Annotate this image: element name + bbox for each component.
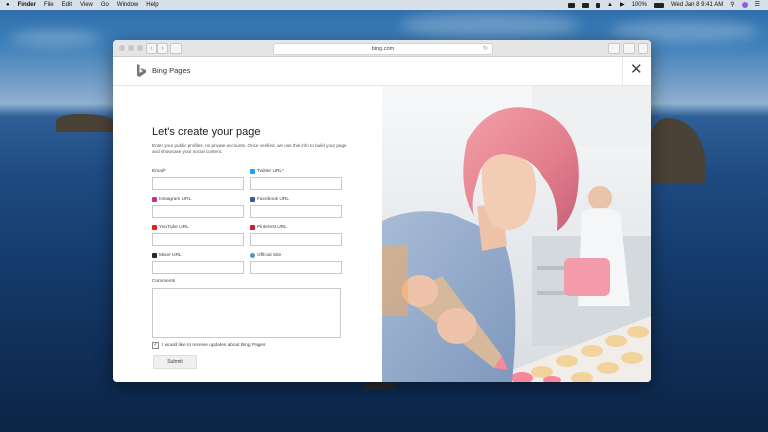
youtube-url-input[interactable] — [152, 233, 244, 246]
menu-file[interactable]: File — [44, 0, 54, 10]
instagram-icon — [152, 197, 157, 202]
back-button[interactable]: ‹ — [146, 43, 157, 54]
menu-app-name[interactable]: Finder — [18, 0, 36, 10]
email-input[interactable] — [152, 177, 244, 190]
globe-icon — [250, 253, 255, 258]
brand-name: Bing Pages — [152, 66, 191, 75]
instagram-field-group: Instagram URL — [152, 196, 244, 218]
youtube-field-group: YouTube URL — [152, 224, 244, 246]
twitter-field-group: Twitter URL* — [250, 168, 342, 190]
form-panel: Let's create your page Enter your public… — [113, 86, 382, 382]
official-site-label: Official Site — [250, 252, 342, 259]
intro-text: Enter your public profiles, no private a… — [152, 143, 347, 155]
mixer-label: Mixer URL — [152, 252, 244, 259]
twitter-icon — [250, 169, 255, 174]
cloud — [10, 30, 100, 46]
url-text: bing.com — [371, 46, 395, 52]
page-title: Let's create your page — [152, 126, 261, 138]
browser-window: ‹ › bing.com ↻ Bing Pages ✕ Let's create… — [113, 40, 651, 382]
submit-button[interactable]: Submit — [153, 355, 197, 369]
close-icon: ✕ — [630, 61, 643, 78]
updates-label: I would like to receive updates about Bi… — [162, 343, 266, 348]
close-window-button[interactable] — [119, 45, 125, 51]
mixer-icon — [152, 253, 157, 258]
instagram-label: Instagram URL — [152, 196, 244, 203]
volume-icon[interactable]: ▶ — [620, 0, 625, 10]
comments-label: Comments — [152, 279, 176, 284]
youtube-icon — [152, 225, 157, 230]
facebook-url-input[interactable] — [250, 205, 342, 218]
facebook-field-group: Facebook URL — [250, 196, 342, 218]
zoom-window-button[interactable] — [137, 45, 143, 51]
tabs-button[interactable] — [623, 43, 635, 54]
email-label: Email* — [152, 169, 166, 174]
menu-bar: ● Finder File Edit View Go Window Help ▲… — [0, 0, 768, 10]
island-left — [56, 114, 116, 132]
close-button[interactable]: ✕ — [622, 57, 651, 85]
menu-help[interactable]: Help — [146, 0, 158, 10]
mixer-url-input[interactable] — [152, 261, 244, 274]
email-field-group: Email* — [152, 168, 244, 190]
twitter-url-input[interactable] — [250, 177, 342, 190]
facebook-label: Facebook URL — [250, 196, 342, 203]
updates-checkbox-row: ✓ I would like to receive updates about … — [152, 342, 265, 349]
pinterest-url-input[interactable] — [250, 233, 342, 246]
facebook-icon — [250, 197, 255, 202]
apple-icon[interactable]: ● — [6, 0, 10, 10]
comments-textarea[interactable] — [152, 288, 341, 338]
mixer-field-group: Mixer URL — [152, 252, 244, 274]
bluetooth-icon[interactable] — [596, 2, 600, 8]
spotlight-icon[interactable]: ⚲ — [730, 0, 734, 10]
reload-icon[interactable]: ↻ — [483, 44, 488, 54]
new-tab-button[interactable] — [638, 43, 648, 54]
menu-view[interactable]: View — [80, 0, 93, 10]
browser-toolbar: ‹ › bing.com ↻ — [113, 40, 651, 57]
menu-go[interactable]: Go — [101, 0, 109, 10]
forward-button[interactable]: › — [157, 43, 168, 54]
clock[interactable]: Wed Jan 8 9:41 AM — [671, 0, 723, 10]
updates-checkbox[interactable]: ✓ — [152, 342, 159, 349]
official-site-field-group: Official Site — [250, 252, 342, 274]
bing-logo-icon — [137, 64, 146, 77]
minimize-window-button[interactable] — [128, 45, 134, 51]
display-icon[interactable] — [568, 2, 575, 8]
share-button[interactable] — [608, 43, 620, 54]
instagram-url-input[interactable] — [152, 205, 244, 218]
pinterest-label: Pinterest URL — [250, 224, 342, 231]
official-site-input[interactable] — [250, 261, 342, 274]
battery-percent[interactable]: 100% — [632, 0, 647, 10]
rock — [362, 382, 396, 390]
sidebar-toggle-button[interactable] — [170, 43, 182, 54]
airplay-icon[interactable] — [582, 2, 589, 8]
baker-photo-illustration — [382, 86, 651, 382]
pinterest-icon — [250, 225, 255, 230]
siri-icon[interactable] — [741, 2, 748, 8]
cloud — [400, 12, 580, 38]
pinterest-field-group: Pinterest URL — [250, 224, 342, 246]
menu-window[interactable]: Window — [117, 0, 138, 10]
notification-center-icon[interactable]: ☰ — [755, 0, 760, 10]
wifi-icon[interactable]: ▲ — [607, 0, 613, 10]
twitter-label: Twitter URL* — [250, 168, 342, 175]
island-right — [650, 118, 705, 184]
hero-photo — [382, 86, 651, 382]
youtube-label: YouTube URL — [152, 224, 244, 231]
address-bar[interactable]: bing.com ↻ — [273, 43, 493, 55]
menu-edit[interactable]: Edit — [62, 0, 72, 10]
page-header: Bing Pages ✕ — [113, 57, 651, 86]
cloud — [610, 20, 760, 42]
battery-icon[interactable] — [653, 2, 664, 8]
